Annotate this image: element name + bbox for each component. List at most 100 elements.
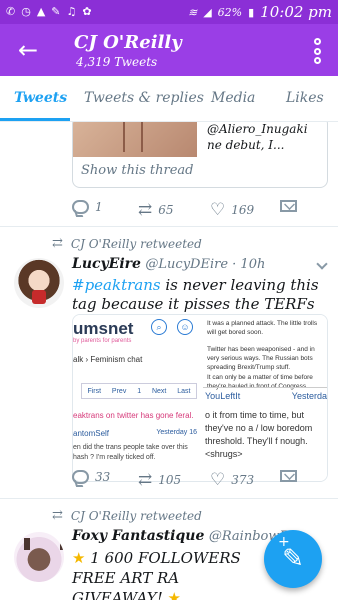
menu-dot: [313, 47, 321, 55]
like-count: 169: [231, 203, 255, 217]
page-last: Last: [177, 387, 191, 395]
warning-icon: ▲: [36, 5, 46, 18]
retweet-icon: ⇄: [138, 200, 153, 220]
direct-message-button[interactable]: [280, 470, 297, 482]
heart-icon: ♡: [210, 470, 226, 490]
divider: [203, 387, 327, 388]
quoted-image: [73, 122, 197, 157]
media-image-left[interactable]: umsnet by parents for parents ⌕ ☺ alk › …: [73, 315, 201, 481]
tweet-media[interactable]: umsnet by parents for parents ⌕ ☺ alk › …: [72, 314, 328, 482]
tab-tweets[interactable]: Tweets: [14, 90, 67, 106]
user-icon: ☺: [177, 319, 193, 335]
overflow-menu-icon[interactable]: [312, 38, 322, 64]
post-text: o it from time to time, but they've no a…: [205, 410, 313, 459]
retweet-icon: ⇄: [52, 236, 63, 251]
reply-button[interactable]: 1: [72, 200, 103, 214]
show-thread-link[interactable]: Show this thread: [81, 163, 194, 178]
post-author: YouLeftIt: [205, 391, 241, 401]
whatsapp-icon: ✆: [6, 5, 16, 18]
signal-icon: ◢: [203, 5, 212, 19]
settings-icon: ✿: [82, 5, 92, 18]
star-icon: ★: [167, 589, 181, 600]
wrench-icon: ✎: [51, 5, 61, 18]
mail-icon: [280, 200, 297, 212]
page-next: Next: [151, 387, 167, 395]
reply-icon: [72, 470, 89, 484]
author-name[interactable]: Foxy Fantastique: [72, 528, 204, 544]
hashtag-link[interactable]: #peaktrans: [72, 276, 161, 294]
tab-media[interactable]: Media: [211, 90, 255, 106]
tweet-card[interactable]: @Aliero_Inugaki ne debut, I... Show this…: [0, 122, 338, 226]
tweet-feed[interactable]: @Aliero_Inugaki ne debut, I... Show this…: [0, 122, 338, 600]
clock-icon: ◷: [21, 5, 31, 18]
page-current: 1: [137, 387, 142, 395]
quoted-text: @Aliero_Inugaki ne debut, I...: [207, 122, 308, 152]
divider: [0, 498, 338, 499]
post-text: Twitter has been weaponised - and in ver…: [207, 346, 315, 371]
tweet-text: ★ 1 600 FOLLOWERS FREE ART RA GIVEAWAY! …: [72, 548, 262, 600]
like-button[interactable]: ♡ 373: [210, 470, 254, 490]
author-name[interactable]: LucyEire: [72, 256, 141, 272]
system-icons: ≋ ◢ 62% ▮ 10:02 pm: [188, 3, 332, 21]
battery-percent: 62%: [217, 5, 243, 19]
tweet-header: LucyEire @LucyDEire · 10h: [72, 256, 265, 272]
like-count: 373: [231, 473, 255, 487]
media-image-right[interactable]: It was a planned attack. The little trol…: [203, 315, 327, 481]
battery-icon: ▮: [248, 5, 255, 19]
quoted-tweet[interactable]: @Aliero_Inugaki ne debut, I... Show this…: [72, 122, 328, 188]
retweet-icon: ⇄: [138, 470, 153, 490]
retweeted-by[interactable]: CJ O'Reilly retweeted: [71, 237, 202, 251]
tab-likes[interactable]: Likes: [286, 90, 324, 106]
clock-time: 10:02 pm: [260, 3, 332, 21]
active-tab-indicator: [0, 118, 70, 121]
tweet-body: 1 600 FOLLOWERS FREE ART RA GIVEAWAY!: [72, 549, 241, 600]
retweet-button[interactable]: ⇄ 105: [138, 470, 181, 490]
like-button[interactable]: ♡ 169: [210, 200, 254, 220]
headset-icon: ♫: [66, 5, 77, 18]
retweet-count: 105: [158, 473, 182, 487]
tweet-actions: 33 ⇄ 105 ♡ 373: [72, 470, 322, 492]
reply-icon: [72, 200, 89, 214]
page-prev: Prev: [111, 387, 127, 395]
post-time: Yesterda: [291, 391, 327, 401]
profile-app-bar: ← CJ O'Reilly 4,319 Tweets: [0, 24, 338, 76]
mumsnet-tagline: by parents for parents: [73, 338, 132, 344]
reply-count: 33: [95, 470, 111, 484]
post-text: en did the trans people take over this h…: [73, 444, 188, 461]
retweet-context: ⇄ CJ O'Reilly retweeted: [52, 236, 202, 251]
mumsnet-logo: umsnet: [73, 319, 134, 338]
chevron-down-icon[interactable]: [316, 258, 328, 270]
search-icon: ⌕: [151, 319, 167, 335]
profile-name: CJ O'Reilly: [74, 32, 182, 53]
app-root: ✆ ◷ ▲ ✎ ♫ ✿ ≋ ◢ 62% ▮ 10:02 pm ← CJ O'Re…: [0, 0, 338, 600]
mail-icon: [280, 470, 297, 482]
reply-count: 1: [95, 200, 103, 214]
plus-icon: +: [278, 534, 290, 550]
tweet-actions: 1 ⇄ 65 ♡ 169: [72, 200, 322, 222]
tab-tweets-replies[interactable]: Tweets & replies: [84, 90, 204, 106]
retweet-button[interactable]: ⇄ 65: [138, 200, 174, 220]
menu-dot: [313, 38, 321, 45]
back-arrow-icon[interactable]: ←: [14, 36, 42, 64]
retweeted-by[interactable]: CJ O'Reilly retweeted: [71, 509, 202, 523]
compose-tweet-button[interactable]: ✎ +: [264, 530, 322, 588]
thread-title: eaktrans on twitter has gone feral.: [73, 411, 194, 420]
avatar[interactable]: [14, 258, 64, 308]
post-text: It was a planned attack. The little trol…: [207, 320, 318, 336]
retweet-context: ⇄ CJ O'Reilly retweeted: [52, 508, 202, 523]
breadcrumb: alk › Feminism chat: [73, 355, 143, 364]
retweet-count: 65: [158, 203, 174, 217]
post-time: Yesterday 16: [156, 429, 197, 436]
direct-message-button[interactable]: [280, 200, 297, 212]
reply-button[interactable]: 33: [72, 470, 110, 484]
star-icon: ★: [72, 549, 86, 567]
post-text: It can only be a matter of time before t…: [207, 374, 313, 390]
divider: [0, 226, 338, 227]
retweet-icon: ⇄: [52, 508, 63, 523]
avatar[interactable]: [14, 532, 64, 582]
wifi-icon: ≋: [187, 5, 198, 19]
author-handle[interactable]: @LucyDEire · 10h: [145, 257, 265, 272]
profile-tabs: Tweets Tweets & replies Media Likes: [0, 76, 338, 122]
pagination: First Prev 1 Next Last: [81, 383, 197, 399]
menu-dot: [313, 57, 321, 64]
